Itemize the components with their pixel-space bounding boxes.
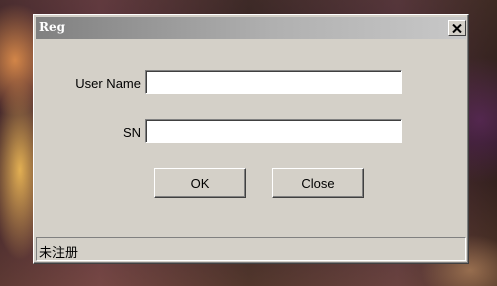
reg-dialog: Reg User Name SN OK Close 未注册	[33, 14, 469, 264]
title-bar[interactable]: Reg	[36, 17, 466, 39]
sn-input[interactable]	[145, 119, 402, 143]
username-label: User Name	[75, 76, 141, 91]
sn-label: SN	[122, 125, 141, 140]
ok-button[interactable]: OK	[154, 168, 246, 198]
status-text: 未注册	[39, 245, 79, 260]
close-button[interactable]: Close	[272, 168, 364, 198]
username-input[interactable]	[145, 70, 402, 94]
window-title: Reg	[39, 20, 65, 34]
status-bar: 未注册	[36, 237, 466, 261]
close-icon	[452, 23, 462, 33]
close-window-button[interactable]	[448, 20, 466, 36]
